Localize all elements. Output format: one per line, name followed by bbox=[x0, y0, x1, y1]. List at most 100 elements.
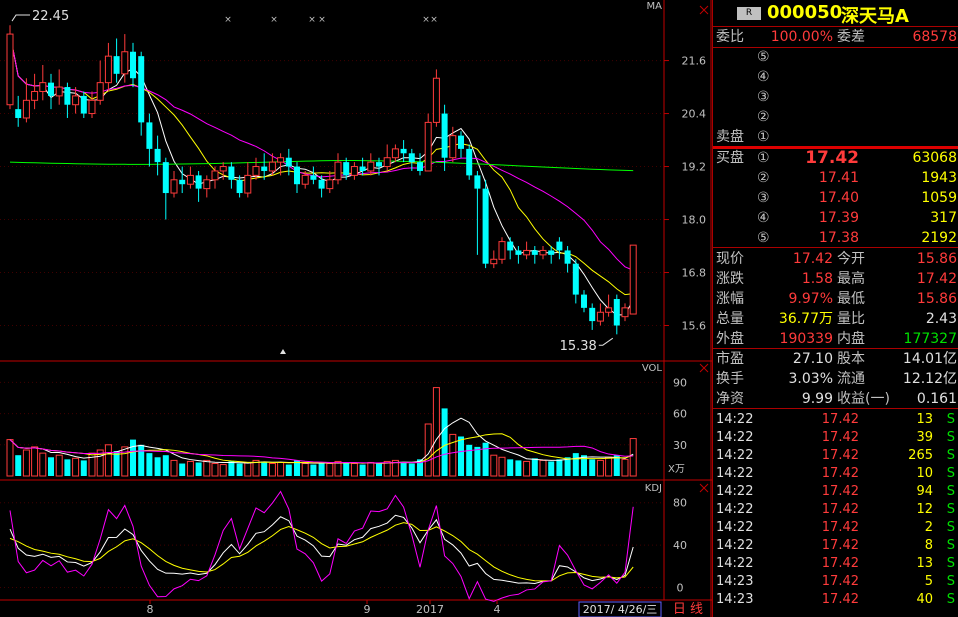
price-tick-label: 16.8 bbox=[682, 267, 707, 280]
volume-bar bbox=[605, 456, 613, 477]
tick-row[interactable]: 14:22 17.42 10 S bbox=[713, 465, 958, 483]
r-badge[interactable]: R bbox=[737, 7, 761, 20]
volume-bar bbox=[268, 463, 276, 477]
tick-volume: 2 bbox=[924, 520, 933, 535]
weibi-row: 委比 100.00% 委差 68578 bbox=[713, 27, 958, 47]
buy-level-price: 17.38 bbox=[818, 230, 859, 246]
buy-level-index: ① bbox=[757, 150, 770, 166]
stat-label: 最低 bbox=[837, 291, 865, 307]
volume-bar bbox=[203, 459, 211, 477]
sell-level-index: ② bbox=[757, 109, 770, 125]
weicha-label: 委差 bbox=[837, 29, 865, 45]
candle-body bbox=[236, 179, 243, 194]
candle-body bbox=[15, 109, 22, 118]
tick-time: 14:22 bbox=[716, 538, 754, 553]
tick-row[interactable]: 14:22 17.42 8 S bbox=[713, 537, 958, 555]
volume-bar bbox=[359, 464, 366, 476]
close-panel-icon[interactable] bbox=[699, 483, 709, 493]
candle-body bbox=[334, 161, 342, 181]
event-marker: × bbox=[270, 15, 278, 25]
tick-time: 14:22 bbox=[716, 502, 754, 517]
price-tick-label: 18.0 bbox=[682, 214, 707, 227]
volume-bar bbox=[621, 458, 629, 477]
volume-bar bbox=[15, 455, 22, 476]
stat-value: 2.43 bbox=[925, 311, 957, 327]
tick-row[interactable]: 14:23 17.42 5 S bbox=[713, 573, 958, 591]
volume-bar bbox=[589, 459, 596, 476]
stat-row: 外盘 190339 内盘 177327 bbox=[713, 329, 958, 349]
stat-value: 1.58 bbox=[801, 271, 833, 287]
stat-value: 190339 bbox=[779, 331, 833, 347]
tick-row[interactable]: 14:22 17.42 13 S bbox=[713, 411, 958, 429]
tick-row[interactable]: 14:22 17.42 13 S bbox=[713, 555, 958, 573]
tick-row[interactable]: 14:22 17.42 94 S bbox=[713, 483, 958, 501]
volume-bar bbox=[162, 455, 169, 476]
weicha-value: 68578 bbox=[912, 29, 957, 45]
buy-level-index: ③ bbox=[757, 190, 770, 206]
tick-row[interactable]: 14:22 17.42 2 S bbox=[713, 519, 958, 537]
buy-level-price: 17.40 bbox=[818, 190, 859, 206]
volume-bar bbox=[228, 461, 235, 476]
event-marker: × bbox=[318, 15, 326, 25]
candle-body bbox=[146, 122, 153, 149]
tick-row[interactable]: 14:22 17.42 265 S bbox=[713, 447, 958, 465]
candle-body bbox=[326, 179, 334, 190]
kline-chart-svg[interactable]: 21.620.419.218.016.815.6MA22.4515.38× × × ×… bbox=[0, 0, 712, 617]
candle-body bbox=[252, 166, 260, 176]
stat-row: 现价 17.42 今开 15.86 bbox=[713, 249, 958, 269]
candle-body bbox=[72, 95, 80, 106]
candle-body bbox=[64, 87, 71, 105]
quote-header: R 000050 深天马A bbox=[713, 0, 958, 27]
volume-bar bbox=[236, 463, 243, 476]
info-marker bbox=[280, 349, 286, 354]
tick-price: 17.42 bbox=[821, 430, 859, 445]
price-tick-label: 21.6 bbox=[682, 55, 707, 68]
tick-price: 17.42 bbox=[821, 484, 859, 499]
kdj-label: KDJ bbox=[645, 483, 662, 494]
tick-time: 14:22 bbox=[716, 466, 754, 481]
stat-label: 内盘 bbox=[837, 331, 865, 347]
tick-row[interactable]: 14:22 17.42 12 S bbox=[713, 501, 958, 519]
volume-bar bbox=[564, 457, 571, 476]
candle-body bbox=[466, 148, 473, 176]
tick-side: S bbox=[946, 520, 955, 535]
tick-volume: 10 bbox=[916, 466, 933, 481]
buy-level-row: 买盘 ① 17.42 63068 bbox=[713, 148, 958, 168]
stat-label: 今开 bbox=[837, 251, 865, 267]
candle-body bbox=[383, 157, 391, 168]
close-panel-icon[interactable] bbox=[699, 363, 709, 373]
volume-bar bbox=[474, 446, 481, 476]
volume-bar bbox=[498, 456, 506, 477]
candle-body bbox=[186, 174, 194, 185]
volume-bar bbox=[138, 444, 145, 476]
candle-body bbox=[581, 294, 587, 308]
candle-body bbox=[613, 299, 620, 326]
sell-level-row: ② bbox=[713, 107, 958, 127]
tick-volume: 39 bbox=[916, 430, 933, 445]
volume-bar bbox=[72, 457, 80, 477]
sell-level-row: ⑤ bbox=[713, 47, 958, 67]
kline-chart-area[interactable]: 21.6 20.4 19.2 18.0 16.8 15.6 MA 22.45 15.38 × × × ×… bbox=[0, 0, 712, 617]
buy-level-index: ⑤ bbox=[757, 230, 770, 246]
candle-body bbox=[170, 179, 178, 194]
tick-side: S bbox=[946, 412, 955, 427]
volume-bar bbox=[186, 460, 194, 477]
buy-level-price: 17.41 bbox=[818, 170, 859, 186]
volume-bar bbox=[219, 464, 227, 477]
candle-body bbox=[548, 250, 555, 255]
volume-bar bbox=[376, 463, 382, 476]
low-marker-arrow bbox=[598, 337, 614, 346]
tick-row[interactable]: 14:23 17.42 40 S bbox=[713, 591, 958, 609]
ma60-line bbox=[9, 159, 634, 172]
candle-body bbox=[285, 157, 292, 167]
volume-bar bbox=[146, 453, 153, 476]
tick-row[interactable]: 14:22 17.42 39 S bbox=[713, 429, 958, 447]
fund-row: 净资 9.99 收益(一) 0.161 bbox=[713, 389, 958, 409]
fund-label: 股本 bbox=[837, 351, 865, 367]
tick-volume: 94 bbox=[916, 484, 933, 499]
volume-bar bbox=[64, 459, 71, 476]
candle-body bbox=[432, 77, 440, 123]
volume-bar bbox=[531, 458, 538, 476]
candle-body bbox=[441, 113, 448, 158]
close-panel-icon[interactable] bbox=[699, 5, 709, 15]
